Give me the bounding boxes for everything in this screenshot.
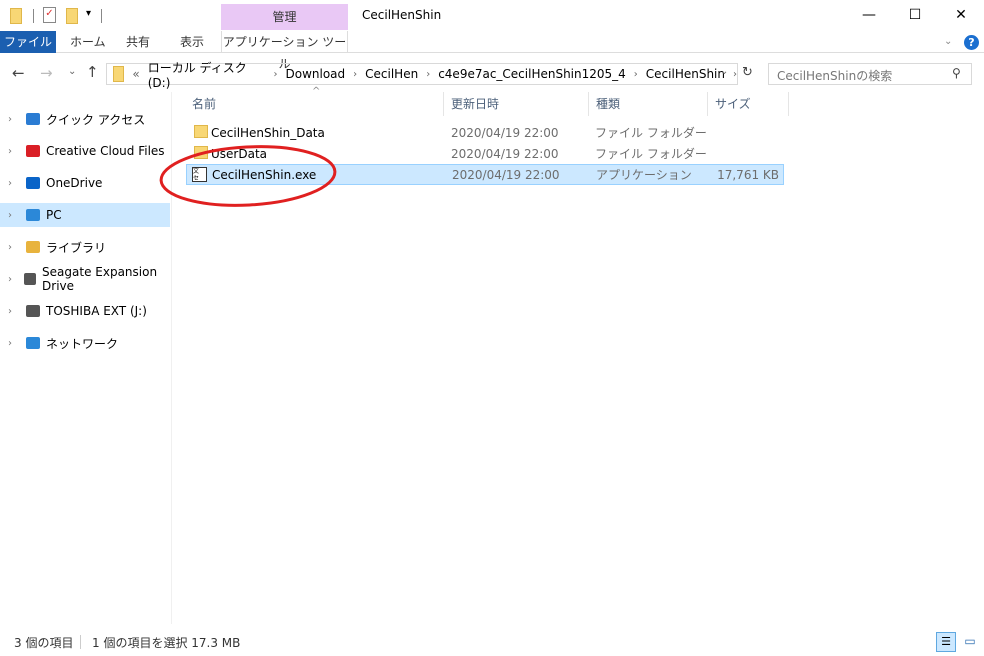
column-header-name[interactable]: 名前 bbox=[186, 92, 444, 116]
tab-application-tools[interactable]: アプリケーション ツール bbox=[221, 31, 348, 71]
search-icon[interactable]: ⚲ bbox=[952, 66, 961, 80]
chevron-right-icon[interactable]: › bbox=[8, 242, 20, 253]
folder-icon bbox=[113, 66, 125, 82]
file-size: 17,761 KB bbox=[717, 167, 779, 182]
file-date: 2020/04/19 22:00 bbox=[451, 146, 559, 161]
divider bbox=[33, 9, 34, 23]
chevron-right-icon[interactable]: › bbox=[353, 69, 357, 80]
sidebar-item-label: Seagate Expansion Drive bbox=[42, 265, 158, 293]
close-button[interactable]: ✕ bbox=[938, 0, 984, 30]
sidebar-item[interactable]: › PC bbox=[0, 203, 170, 227]
status-item-count: 3 個の項目 bbox=[14, 636, 74, 650]
file-type: ファイル フォルダー bbox=[595, 126, 707, 140]
file-type: アプリケーション bbox=[596, 168, 692, 182]
address-bar[interactable]: « ローカル ディスク (D:) › Download › CecilHen › c4… bbox=[106, 61, 738, 90]
sidebar-item[interactable]: › ライブラリ bbox=[0, 235, 170, 259]
sidebar-item-label: OneDrive bbox=[46, 176, 103, 190]
sidebar-item-label: TOSHIBA EXT (J:) bbox=[46, 304, 147, 318]
recent-dropdown-icon[interactable]: ⌄ bbox=[68, 66, 76, 77]
refresh-icon[interactable]: ↻ bbox=[742, 65, 753, 80]
divider bbox=[101, 9, 102, 23]
sidebar-item-label: クイック アクセス bbox=[46, 112, 146, 127]
large-icons-view-button[interactable]: ▭ bbox=[960, 632, 980, 652]
manage-context-tab[interactable]: 管理 bbox=[221, 4, 348, 30]
chevron-right-icon[interactable]: › bbox=[8, 210, 20, 221]
details-view-button[interactable]: ☰ bbox=[936, 632, 956, 652]
sidebar-item[interactable]: › TOSHIBA EXT (J:) bbox=[0, 299, 170, 323]
drive-icon bbox=[24, 273, 37, 285]
back-button[interactable]: ← bbox=[12, 64, 25, 82]
expand-ribbon-icon[interactable]: ⌄ bbox=[944, 36, 952, 47]
star-icon bbox=[26, 113, 40, 125]
cloud-icon bbox=[26, 177, 40, 189]
sidebar-item[interactable]: › Seagate Expansion Drive bbox=[0, 265, 170, 293]
usb-drive-icon bbox=[26, 305, 40, 317]
library-icon bbox=[26, 241, 40, 253]
sidebar-item[interactable]: › クイック アクセス bbox=[0, 107, 170, 131]
divider bbox=[80, 635, 81, 649]
search-input[interactable]: CecilHenShinの検索 bbox=[768, 63, 972, 85]
file-date: 2020/04/19 22:00 bbox=[451, 125, 559, 140]
pc-icon bbox=[26, 209, 40, 221]
chevron-right-icon[interactable]: › bbox=[8, 338, 20, 349]
sidebar-item-label: Creative Cloud Files bbox=[46, 144, 165, 158]
column-header-size[interactable]: サイズ bbox=[709, 92, 789, 116]
sidebar-item-label: ネットワーク bbox=[46, 336, 119, 351]
chevron-right-icon[interactable]: › bbox=[8, 146, 20, 157]
breadcrumb-cecilhenshin[interactable]: CecilHenShin bbox=[646, 67, 725, 81]
properties-icon[interactable]: ✓ bbox=[43, 7, 56, 23]
sidebar-item[interactable]: › ネットワーク bbox=[0, 331, 170, 355]
tab-home[interactable]: ホーム bbox=[56, 31, 120, 53]
sidebar-item[interactable]: › Creative Cloud Files bbox=[0, 139, 170, 163]
breadcrumb-local-disk[interactable]: ローカル ディスク (D:) bbox=[148, 59, 266, 90]
chevron-right-icon[interactable]: › bbox=[8, 114, 20, 125]
file-type: ファイル フォルダー bbox=[595, 147, 707, 161]
red-circle-annotation bbox=[159, 145, 337, 207]
help-icon[interactable]: ? bbox=[964, 35, 979, 50]
column-header-date[interactable]: 更新日時 bbox=[445, 92, 589, 116]
breadcrumb-download[interactable]: Download bbox=[286, 67, 346, 81]
chevron-right-icon[interactable]: › bbox=[274, 69, 278, 80]
sidebar-item[interactable]: › OneDrive bbox=[0, 171, 170, 195]
sidebar-item-label: ライブラリ bbox=[46, 240, 107, 255]
folder-icon[interactable] bbox=[10, 8, 22, 24]
maximize-button[interactable]: ☐ bbox=[892, 0, 938, 30]
overflow-crumb[interactable]: « bbox=[132, 67, 139, 81]
sidebar-item-label: PC bbox=[46, 208, 62, 222]
column-header-type[interactable]: 種類 bbox=[590, 92, 708, 116]
file-date: 2020/04/19 22:00 bbox=[452, 167, 560, 182]
customize-dropdown-icon[interactable]: ▾ bbox=[86, 8, 91, 19]
breadcrumb-c4e9e7ac[interactable]: c4e9e7ac_CecilHenShin1205_4 bbox=[438, 67, 626, 81]
tab-file[interactable]: ファイル bbox=[0, 31, 56, 53]
chevron-right-icon[interactable]: › bbox=[426, 69, 430, 80]
minimize-button[interactable]: — bbox=[846, 0, 892, 30]
window-title: CecilHenShin bbox=[362, 8, 442, 22]
chevron-right-icon[interactable]: › bbox=[634, 69, 638, 80]
chevron-right-icon[interactable]: › bbox=[733, 69, 737, 80]
new-folder-icon[interactable] bbox=[66, 8, 78, 24]
chevron-right-icon[interactable]: › bbox=[8, 306, 20, 317]
status-selection: 1 個の項目を選択 17.3 MB bbox=[92, 636, 241, 650]
tab-share[interactable]: 共有 bbox=[112, 31, 164, 53]
up-button[interactable]: ↑ bbox=[86, 63, 99, 81]
chevron-right-icon[interactable]: › bbox=[8, 274, 18, 285]
network-icon bbox=[26, 337, 40, 349]
breadcrumb-cecilhen[interactable]: CecilHen bbox=[365, 67, 418, 81]
address-dropdown-icon[interactable]: ⌄ bbox=[720, 66, 728, 77]
file-name: CecilHenShin_Data bbox=[211, 125, 325, 140]
forward-button[interactable]: → bbox=[40, 64, 53, 82]
chevron-right-icon[interactable]: › bbox=[8, 178, 20, 189]
file-row[interactable]: CecilHenShin_Data 2020/04/19 22:00 ファイル … bbox=[186, 122, 784, 143]
creative-cloud-icon bbox=[26, 145, 40, 157]
tab-view[interactable]: 表示 bbox=[166, 31, 218, 53]
